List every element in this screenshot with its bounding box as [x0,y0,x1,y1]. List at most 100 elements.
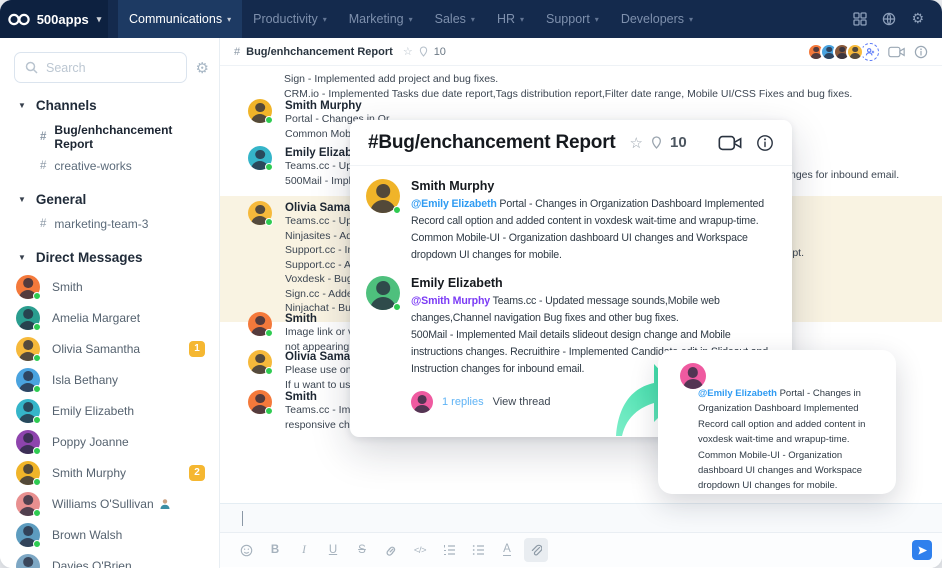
avatar [16,461,40,485]
dm-item-emily-elizabeth[interactable]: Emily Elizabeth [0,395,219,426]
text-caret [242,511,243,526]
channels-section-header[interactable]: ▼ Channels [18,98,203,113]
main-panel: # Bug/enhchancement Report ☆ 10 Sign - I… [220,38,942,568]
bold-button[interactable]: B [263,538,287,562]
sidebar-channel-bug-report[interactable]: # Bug/enhchancement Report [0,119,219,155]
menu-hr[interactable]: HR▾ [486,0,535,38]
dm-list: Smith Amelia Margaret Olivia Samantha 1 … [0,271,219,568]
chevron-down-icon: ▾ [471,15,475,24]
message-fragment: ipt. [790,247,804,259]
online-dot [33,447,41,455]
info-icon[interactable] [756,134,774,152]
hash-icon: # [40,218,46,230]
dm-item-smith-murphy[interactable]: Smith Murphy 2 [0,457,219,488]
dm-item-davies-obrien[interactable]: Davies O'Brien [0,550,219,568]
infinity-logo-icon [7,13,31,26]
video-call-icon[interactable] [888,46,905,58]
view-thread-link[interactable]: View thread [493,396,551,408]
text-color-button[interactable]: A [495,538,519,562]
mention-link[interactable]: @Emily Elizabeth [698,388,777,399]
online-dot [33,385,41,393]
online-dot [265,329,273,337]
message-author: Emily Elizabeth [411,276,778,290]
avatar [16,306,40,330]
italic-button[interactable]: I [292,538,316,562]
dm-item-isla-bethany[interactable]: Isla Bethany [0,364,219,395]
online-dot [33,323,41,331]
code-button[interactable]: </> [408,538,432,562]
star-icon[interactable]: ☆ [630,134,643,152]
channel-header: # Bug/enhchancement Report ☆ 10 [220,38,942,66]
modal-header: #Bug/enchancement Report ☆ 10 [350,120,792,166]
avatar [248,201,272,225]
tooltip-text: @Emily Elizabeth Portal - Changes in Org… [698,386,882,494]
menu-productivity[interactable]: Productivity▾ [242,0,338,38]
pinned-count: 10 [434,46,446,58]
chevron-down-icon: ▾ [323,15,327,24]
unread-badge: 2 [189,465,205,481]
video-call-icon[interactable] [718,135,742,151]
avatar [680,363,706,389]
avatar [16,275,40,299]
dm-item-smith[interactable]: Smith [0,271,219,302]
app-window: 500apps ▾ Communications▾ Productivity▾ … [0,0,942,568]
pin-icon[interactable] [419,46,428,57]
chevron-down-icon: ▾ [595,15,599,24]
mention-link[interactable]: @Emily Elizabeth [411,198,497,210]
search-placeholder: Search [46,61,86,75]
star-icon[interactable]: ☆ [403,45,413,58]
modal-title: #Bug/enchancement Report [368,132,616,154]
ordered-list-button[interactable] [437,538,461,562]
avatar [248,350,272,374]
search-input[interactable]: Search [14,52,187,83]
avatar [366,179,400,213]
general-section-header[interactable]: ▼ General [18,192,203,207]
menu-developers[interactable]: Developers▾ [610,0,704,38]
replies-count[interactable]: 1 replies [442,396,484,408]
member-avatars[interactable] [807,43,879,61]
emoji-button[interactable] [234,538,258,562]
online-dot [33,540,41,548]
online-dot [33,292,41,300]
dm-item-poppy-joanne[interactable]: Poppy Joanne [0,426,219,457]
sidebar: Search ⚙ ▼ Channels # Bug/enhchancement … [0,38,220,568]
collapse-triangle-icon: ▼ [18,253,26,262]
online-dot [265,163,273,171]
settings-gear-icon[interactable]: ⚙ [911,12,924,26]
dm-item-olivia-samantha[interactable]: Olivia Samantha 1 [0,333,219,364]
avatar [248,99,272,123]
menu-sales[interactable]: Sales▾ [424,0,486,38]
avatar [16,399,40,423]
dm-item-brown-walsh[interactable]: Brown Walsh [0,519,219,550]
menu-support[interactable]: Support▾ [535,0,610,38]
online-dot [33,478,41,486]
channel-title: Bug/enhchancement Report [246,46,393,58]
online-dot [33,416,41,424]
mention-link[interactable]: @Smith Murphy [411,295,490,307]
avatar [248,390,272,414]
info-icon[interactable] [914,45,928,59]
message-author: Smith Murphy [411,179,778,193]
dm-item-williams-osullivan[interactable]: Williams O'Sullivan [0,488,219,519]
attachment-button[interactable] [524,538,548,562]
unread-badge: 1 [189,341,205,357]
sidebar-settings-gear-icon[interactable]: ⚙ [196,59,209,77]
menu-marketing[interactable]: Marketing▾ [338,0,424,38]
apps-grid-icon[interactable] [853,12,867,26]
bullet-list-button[interactable] [466,538,490,562]
sidebar-channel-creative-works[interactable]: # creative-works [0,155,219,177]
send-button[interactable] [912,540,932,560]
direct-messages-section-header[interactable]: ▼ Direct Messages [18,250,203,265]
pin-icon[interactable] [651,136,662,149]
top-menu: Communications▾ Productivity▾ Marketing▾… [118,0,704,38]
brand-logo[interactable]: 500apps ▾ [0,0,108,38]
message-input[interactable] [220,503,942,533]
globe-icon[interactable] [882,12,896,26]
menu-communications[interactable]: Communications▾ [118,0,242,38]
strikethrough-button[interactable]: S [350,538,374,562]
underline-button[interactable]: U [321,538,345,562]
link-button[interactable] [379,538,403,562]
dm-item-amelia-margaret[interactable]: Amelia Margaret [0,302,219,333]
sidebar-channel-marketing-team-3[interactable]: # marketing-team-3 [0,213,219,235]
topbar-actions: ⚙ [853,12,942,26]
